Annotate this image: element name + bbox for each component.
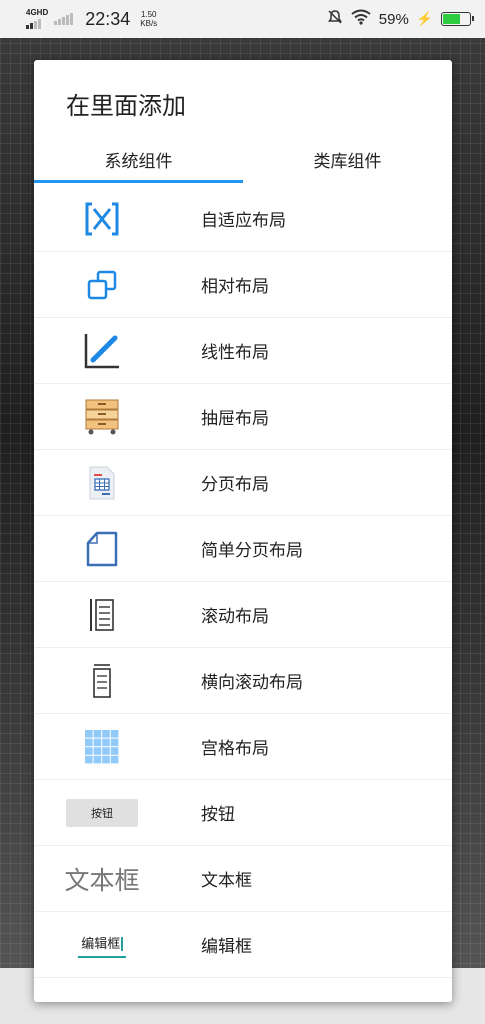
list-item-grid-layout[interactable]: 宫格布局 xyxy=(34,714,452,780)
status-bar: 4GHD 22:34 1.50 KB/s 59% ⚡ xyxy=(0,0,485,38)
edittext-preview-text: 编辑框 xyxy=(81,936,121,952)
list-item-linear-layout[interactable]: 线性布局 xyxy=(34,318,452,384)
horizontal-scroll-icon xyxy=(60,648,144,714)
wifi-icon xyxy=(351,9,371,29)
list-item-label: 自适应布局 xyxy=(201,211,286,231)
list-item-button[interactable]: 按钮 按钮 xyxy=(34,780,452,846)
button-preview: 按钮 xyxy=(60,780,144,846)
tab-system-components[interactable]: 系统组件 xyxy=(34,134,243,184)
battery-percent: 59% xyxy=(378,10,409,28)
tab-indicator xyxy=(34,180,243,183)
list-item-relative-layout[interactable]: 相对布局 xyxy=(34,252,452,318)
signal-icon xyxy=(26,17,48,29)
edittext-preview-widget: 编辑框 xyxy=(78,933,126,958)
mute-icon xyxy=(327,9,343,29)
list-item-simple-pager[interactable]: 简单分页布局 xyxy=(34,516,452,582)
list-item-adaptive-layout[interactable]: 自适应布局 xyxy=(34,186,452,252)
linear-layout-icon xyxy=(60,318,144,384)
network-speed: 1.50 KB/s xyxy=(140,10,157,28)
relative-layout-icon xyxy=(60,252,144,318)
drawer-layout-icon xyxy=(60,384,144,450)
list-item-label: 宫格布局 xyxy=(201,739,269,759)
textview-preview-widget: 文本框 xyxy=(64,866,140,895)
component-list: 自适应布局 相对布局 线性布局 抽屉布局 分页布局 简单分页布局 滚动布局 横向… xyxy=(34,186,452,978)
text-cursor xyxy=(121,937,123,951)
list-item-label: 分页布局 xyxy=(201,475,269,495)
list-item-scroll-layout[interactable]: 滚动布局 xyxy=(34,582,452,648)
list-item-label: 线性布局 xyxy=(201,343,269,363)
list-item-horizontal-scroll[interactable]: 横向滚动布局 xyxy=(34,648,452,714)
list-item-pager-layout[interactable]: 分页布局 xyxy=(34,450,452,516)
speed-unit: KB/s xyxy=(140,19,158,28)
scroll-layout-icon xyxy=(60,582,144,648)
signal-icon-2 xyxy=(54,13,74,25)
edittext-preview: 编辑框 xyxy=(60,912,144,978)
dialog-title: 在里面添加 xyxy=(66,92,186,120)
simple-pager-icon xyxy=(60,516,144,582)
button-preview-widget: 按钮 xyxy=(66,799,138,827)
network-indicator: 4GHD xyxy=(26,9,48,29)
component-tabs: 系统组件 类库组件 xyxy=(34,134,452,184)
grid-layout-icon xyxy=(60,714,144,780)
list-item-textview[interactable]: 文本框 文本框 xyxy=(34,846,452,912)
list-item-label: 相对布局 xyxy=(201,277,269,297)
adaptive-layout-icon xyxy=(60,186,144,252)
battery-icon xyxy=(441,12,474,26)
list-item-label: 文本框 xyxy=(201,871,252,891)
network-type: 4GHD xyxy=(26,8,49,17)
textview-preview: 文本框 xyxy=(60,846,144,912)
list-item-label: 滚动布局 xyxy=(201,607,269,627)
add-component-dialog: 在里面添加 系统组件 类库组件 自适应布局 相对布局 线性布局 抽屉布局 分页布… xyxy=(34,60,452,1002)
list-item-label: 横向滚动布局 xyxy=(201,673,303,693)
list-item-edittext[interactable]: 编辑框 编辑框 xyxy=(34,912,452,978)
tab-library-components[interactable]: 类库组件 xyxy=(243,134,452,184)
speed-value: 1.50 xyxy=(140,10,157,19)
list-item-label: 抽屉布局 xyxy=(201,409,269,429)
list-item-label: 编辑框 xyxy=(201,937,252,957)
charging-icon: ⚡ xyxy=(416,11,433,26)
list-item-label: 简单分页布局 xyxy=(201,541,303,561)
pager-layout-icon xyxy=(60,450,144,516)
list-item-label: 按钮 xyxy=(201,805,235,825)
list-item-drawer-layout[interactable]: 抽屉布局 xyxy=(34,384,452,450)
clock: 22:34 xyxy=(85,8,131,29)
